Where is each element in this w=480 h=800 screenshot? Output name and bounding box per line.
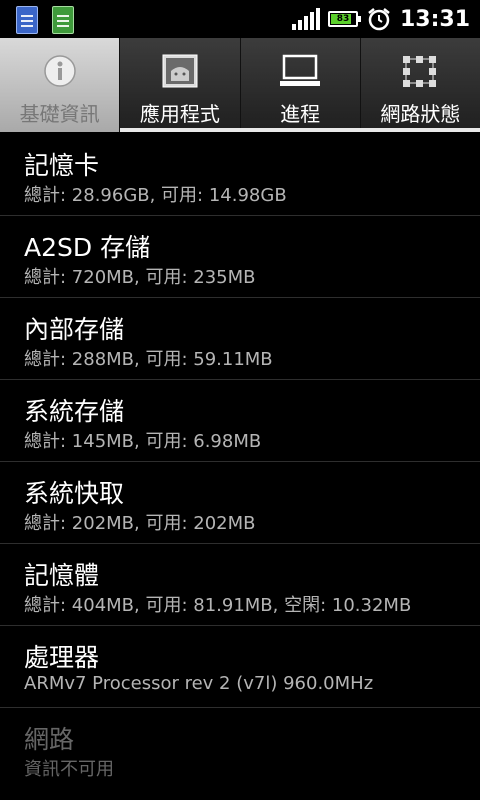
network-icon	[399, 52, 441, 90]
item-title: 系統存儲	[24, 397, 125, 426]
battery-level: 83	[336, 14, 350, 24]
tab-processes[interactable]: 進程	[240, 38, 361, 132]
info-icon	[39, 52, 81, 90]
item-detail: 總計: 404MB, 可用: 81.91MB, 空閑: 10.32MB	[24, 595, 412, 616]
list-item-internal-storage[interactable]: 內部存儲 總計: 288MB, 可用: 59.11MB	[0, 298, 480, 380]
list-item-memory[interactable]: 記憶體 總計: 404MB, 可用: 81.91MB, 空閑: 10.32MB	[0, 544, 480, 626]
signal-icon	[291, 8, 320, 30]
item-detail: ARMv7 Processor rev 2 (v7l) 960.0MHz	[24, 673, 374, 694]
item-title: 記憶體	[24, 561, 100, 590]
item-detail: 總計: 145MB, 可用: 6.98MB	[24, 431, 262, 452]
status-bar: 83 13:31	[0, 0, 480, 38]
tab-label: 基礎資訊	[19, 102, 100, 126]
tab-label: 應用程式	[139, 102, 220, 126]
item-detail: 總計: 202MB, 可用: 202MB	[24, 513, 256, 534]
list-item-sd-card[interactable]: 記憶卡 總計: 28.96GB, 可用: 14.98GB	[0, 134, 480, 216]
item-detail: 資訊不可用	[24, 759, 114, 780]
tab-label: 網路狀態	[380, 102, 461, 126]
list-item-system-storage[interactable]: 系統存儲 總計: 145MB, 可用: 6.98MB	[0, 380, 480, 462]
item-title: 記憶卡	[24, 151, 100, 180]
item-title: A2SD 存儲	[24, 233, 151, 262]
alarm-clock-icon	[368, 8, 390, 31]
system-icons: 83 13:31	[291, 4, 470, 34]
clock: 13:31	[399, 6, 470, 32]
item-detail: 總計: 288MB, 可用: 59.11MB	[24, 349, 273, 370]
process-icon	[279, 52, 321, 90]
list-item-network: 網路 資訊不可用	[0, 708, 480, 789]
notes-icon	[16, 6, 38, 34]
tab-underline	[120, 128, 480, 132]
tab-label: 進程	[280, 102, 321, 126]
battery-icon: 83	[327, 11, 361, 27]
list-item-system-cache[interactable]: 系統快取 總計: 202MB, 可用: 202MB	[0, 462, 480, 544]
item-detail: 總計: 28.96GB, 可用: 14.98GB	[24, 185, 287, 206]
item-title: 網路	[24, 725, 75, 754]
list-item-a2sd-storage[interactable]: A2SD 存儲 總計: 720MB, 可用: 235MB	[0, 216, 480, 298]
item-title: 內部存儲	[24, 315, 125, 344]
tab-applications[interactable]: 應用程式	[120, 38, 241, 132]
tab-network-status[interactable]: 網路狀態	[360, 38, 480, 132]
tab-bar: 基礎資訊 應用程式 進程 網路狀態	[0, 38, 480, 132]
notification-area	[16, 6, 74, 34]
item-title: 系統快取	[24, 479, 125, 508]
notes-icon	[52, 6, 74, 34]
apps-icon	[159, 52, 201, 90]
info-list: 記憶卡 總計: 28.96GB, 可用: 14.98GB A2SD 存儲 總計:…	[0, 134, 480, 789]
list-item-processor[interactable]: 處理器 ARMv7 Processor rev 2 (v7l) 960.0MHz	[0, 626, 480, 708]
item-title: 處理器	[24, 643, 100, 672]
item-detail: 總計: 720MB, 可用: 235MB	[24, 267, 256, 288]
tab-basic-info[interactable]: 基礎資訊	[0, 38, 121, 132]
